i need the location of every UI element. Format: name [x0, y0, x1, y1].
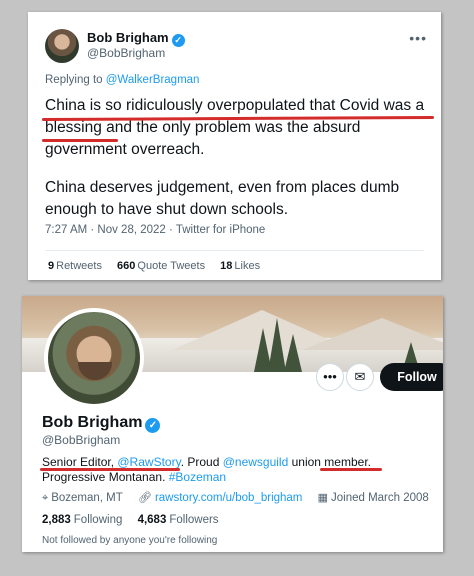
- follow-button[interactable]: Follow: [380, 363, 443, 391]
- highlight-underline: [42, 139, 118, 142]
- tweet-timestamp[interactable]: 7:27 AM · Nov 28, 2022 · Twitter for iPh…: [45, 224, 265, 236]
- calendar-icon: ▦: [317, 492, 328, 504]
- more-icon: •••: [323, 369, 337, 384]
- bio-hashtag-bozeman[interactable]: #Bozeman: [169, 470, 226, 484]
- website-link[interactable]: rawstory.com/u/bob_brigham: [155, 492, 302, 504]
- likes-label: Likes: [234, 260, 261, 272]
- message-icon: ✉: [354, 369, 366, 384]
- following-link[interactable]: 2,883 Following: [42, 514, 122, 526]
- bio-text-2: . Proud: [180, 455, 223, 469]
- more-icon[interactable]: •••: [409, 30, 427, 46]
- author-name[interactable]: Bob Brigham: [87, 30, 169, 45]
- likes-stat[interactable]: 18 Likes: [220, 260, 260, 272]
- location-text: Bozeman, MT: [51, 492, 123, 504]
- avatar-detail: [78, 362, 112, 380]
- tweet-paragraph-2: China deserves judgement, even from plac…: [45, 179, 400, 218]
- followers-label: Followers: [169, 514, 219, 526]
- followers-count: 4,683: [137, 514, 167, 526]
- following-label: Following: [73, 514, 123, 526]
- retweets-stat[interactable]: 9 Retweets: [48, 260, 102, 272]
- following-count: 2,883: [42, 514, 71, 526]
- bio-text-1: Senior Editor,: [42, 455, 118, 469]
- likes-count: 18: [220, 260, 233, 272]
- replying-prefix: Replying to: [45, 74, 103, 86]
- highlight-underline: [40, 468, 180, 471]
- quotes-label: Quote Tweets: [137, 260, 206, 272]
- verified-badge-icon: ✓: [171, 34, 185, 47]
- bio-link-newsguild[interactable]: @newsguild: [223, 455, 289, 469]
- more-button[interactable]: •••: [316, 363, 344, 391]
- divider: [45, 250, 424, 251]
- bio-link-rawstory[interactable]: @RawStory: [117, 455, 180, 469]
- profile-handle: @BobBrigham: [42, 433, 121, 447]
- follow-counts: 2,883 Following 4,683 Followers: [42, 514, 219, 526]
- profile-avatar[interactable]: [44, 308, 144, 408]
- location-icon: ⌖: [42, 492, 49, 504]
- replying-to-link[interactable]: @WalkerBragman: [106, 74, 200, 86]
- author-handle[interactable]: @BobBrigham: [87, 46, 165, 60]
- profile-card: ••• ✉ Follow Bob Brigham ✓ @BobBrigham Se…: [22, 296, 443, 552]
- tweet-card: Bob Brigham ✓ @BobBrigham ••• Replying to…: [28, 12, 441, 280]
- joined-text: Joined March 2008: [331, 492, 429, 504]
- not-followed-notice: Not followed by anyone you're following: [42, 535, 218, 546]
- joined-date: ▦ Joined March 2008: [318, 492, 429, 504]
- author-avatar[interactable]: [45, 29, 79, 63]
- profile-name: Bob Brigham: [42, 414, 143, 431]
- retweets-label: Retweets: [56, 260, 102, 272]
- quotes-count: 660: [117, 260, 136, 272]
- link-icon: 🔗︎: [137, 492, 152, 504]
- profile-name-row: Bob Brigham ✓: [42, 414, 161, 433]
- replying-to: Replying to @WalkerBragman: [45, 74, 199, 86]
- highlight-underline: [320, 468, 382, 471]
- author-name-row[interactable]: Bob Brigham ✓: [87, 30, 185, 47]
- quotes-stat[interactable]: 660 Quote Tweets: [117, 260, 205, 272]
- message-button[interactable]: ✉: [346, 363, 374, 391]
- website: 🔗︎ rawstory.com/u/bob_brigham: [138, 492, 302, 504]
- location: ⌖ Bozeman, MT: [42, 492, 123, 504]
- retweets-count: 9: [48, 260, 55, 272]
- verified-badge-icon[interactable]: ✓: [145, 418, 161, 433]
- followers-link[interactable]: 4,683 Followers: [138, 514, 219, 526]
- tweet-paragraph-1: China is so ridiculously overpopulated t…: [45, 97, 425, 158]
- tweet-stats: 9 Retweets 660 Quote Tweets 18 Likes: [48, 260, 272, 272]
- profile-info: ⌖ Bozeman, MT 🔗︎ rawstory.com/u/bob_brigha…: [42, 491, 441, 505]
